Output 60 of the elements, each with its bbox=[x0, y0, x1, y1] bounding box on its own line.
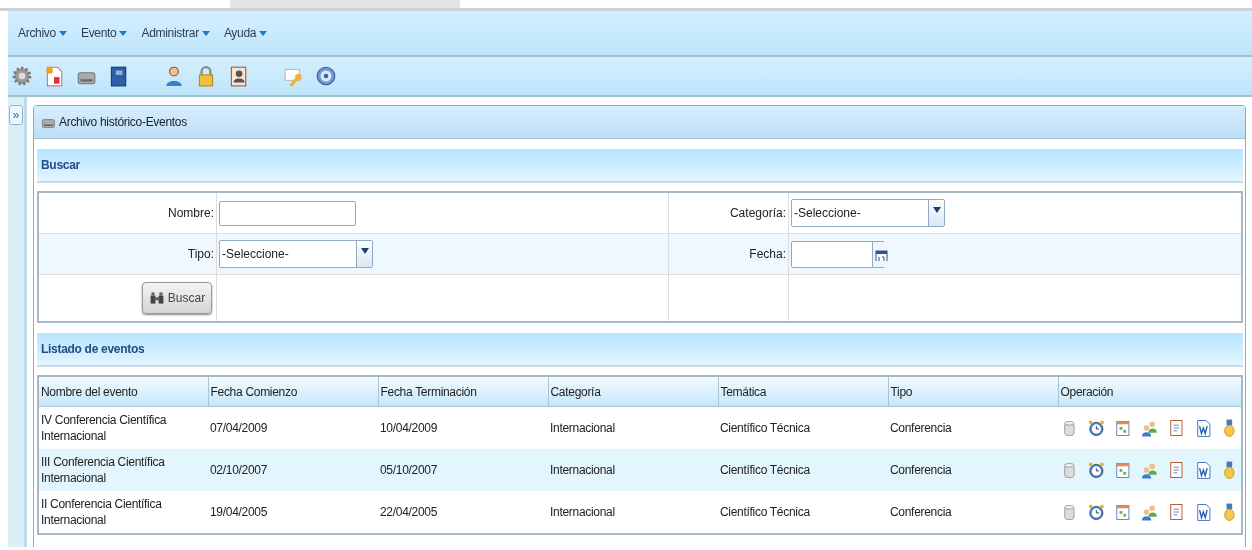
people-icon[interactable] bbox=[1140, 502, 1159, 522]
dropdown[interactable]: -Seleccione- bbox=[791, 199, 945, 227]
section-header: Listado de eventos bbox=[37, 333, 1243, 367]
binoculars-icon bbox=[148, 290, 165, 306]
spreadsheet-icon[interactable] bbox=[1113, 460, 1133, 480]
field-label: Fecha: bbox=[749, 247, 786, 261]
menu-item[interactable]: Administrar bbox=[141, 26, 210, 40]
table-cell: Científico Técnica bbox=[718, 406, 888, 449]
alarm-clock-icon[interactable] bbox=[1086, 418, 1106, 438]
people-icon[interactable] bbox=[1140, 418, 1159, 438]
table-cell: 02/10/2007 bbox=[208, 449, 378, 491]
caret-icon bbox=[201, 30, 210, 36]
gear-icon[interactable] bbox=[11, 65, 33, 87]
document-icon[interactable] bbox=[43, 65, 65, 87]
table-cell: Internacional bbox=[548, 406, 718, 449]
field-label: Tipo: bbox=[187, 247, 214, 261]
people-icon[interactable] bbox=[1140, 460, 1159, 480]
panel-title: Archivo histórico-Eventos bbox=[59, 115, 187, 129]
dropdown[interactable]: -Seleccione- bbox=[219, 240, 373, 268]
table-cell: Conferencia bbox=[888, 449, 1058, 491]
field-label: Categoría: bbox=[729, 206, 786, 220]
alarm-clock-icon[interactable] bbox=[1086, 502, 1106, 522]
column-header[interactable]: Temática bbox=[718, 376, 888, 407]
column-header[interactable]: Tipo bbox=[888, 376, 1058, 407]
search-button[interactable]: Buscar bbox=[142, 282, 212, 314]
caret-icon bbox=[259, 30, 268, 36]
table-cell: Internacional bbox=[548, 491, 718, 534]
caret-icon bbox=[119, 30, 128, 36]
person-icon[interactable] bbox=[163, 65, 185, 87]
table-cell: IV Conferencia Científica Internacional bbox=[38, 406, 208, 449]
column-header[interactable]: Categoría bbox=[548, 376, 718, 407]
table-cell: 19/04/2005 bbox=[208, 491, 378, 534]
column-header[interactable]: Operación bbox=[1058, 376, 1242, 407]
menu-item[interactable]: Ayuda bbox=[223, 26, 268, 40]
menu-item[interactable]: Archivo bbox=[18, 26, 67, 40]
table-cell: Científico Técnica bbox=[718, 491, 888, 534]
column-header[interactable]: Nombre del evento bbox=[38, 376, 208, 407]
spreadsheet-icon[interactable] bbox=[1113, 418, 1133, 438]
alarm-clock-icon[interactable] bbox=[1086, 460, 1106, 480]
column-header[interactable]: Fecha Terminación bbox=[378, 376, 548, 407]
table-cell: 07/04/2009 bbox=[208, 406, 378, 449]
expand-button[interactable]: » bbox=[9, 105, 23, 125]
help-icon[interactable] bbox=[315, 65, 337, 87]
table-cell: Científico Técnica bbox=[718, 449, 888, 491]
table-cell: III Conferencia Científica Internacional bbox=[38, 449, 208, 491]
menu-item[interactable]: Evento bbox=[80, 26, 128, 40]
spreadsheet-icon[interactable] bbox=[1113, 502, 1133, 522]
column-header[interactable]: Fecha Comienzo bbox=[208, 376, 378, 407]
table-cell: Internacional bbox=[548, 449, 718, 491]
table-cell: 05/10/2007 bbox=[378, 449, 548, 491]
table-cell: Conferencia bbox=[888, 406, 1058, 449]
section-header: Buscar bbox=[37, 149, 1243, 183]
table-cell: 10/04/2009 bbox=[378, 406, 548, 449]
input-field[interactable] bbox=[219, 200, 356, 226]
table-cell: II Conferencia Científica Internacional bbox=[38, 491, 208, 534]
caret-icon bbox=[58, 30, 67, 36]
table-cell: Conferencia bbox=[888, 491, 1058, 534]
field-label: Nombre: bbox=[168, 206, 214, 220]
table-cell: 22/04/2005 bbox=[378, 491, 548, 534]
calendar-icon[interactable] bbox=[874, 247, 888, 261]
